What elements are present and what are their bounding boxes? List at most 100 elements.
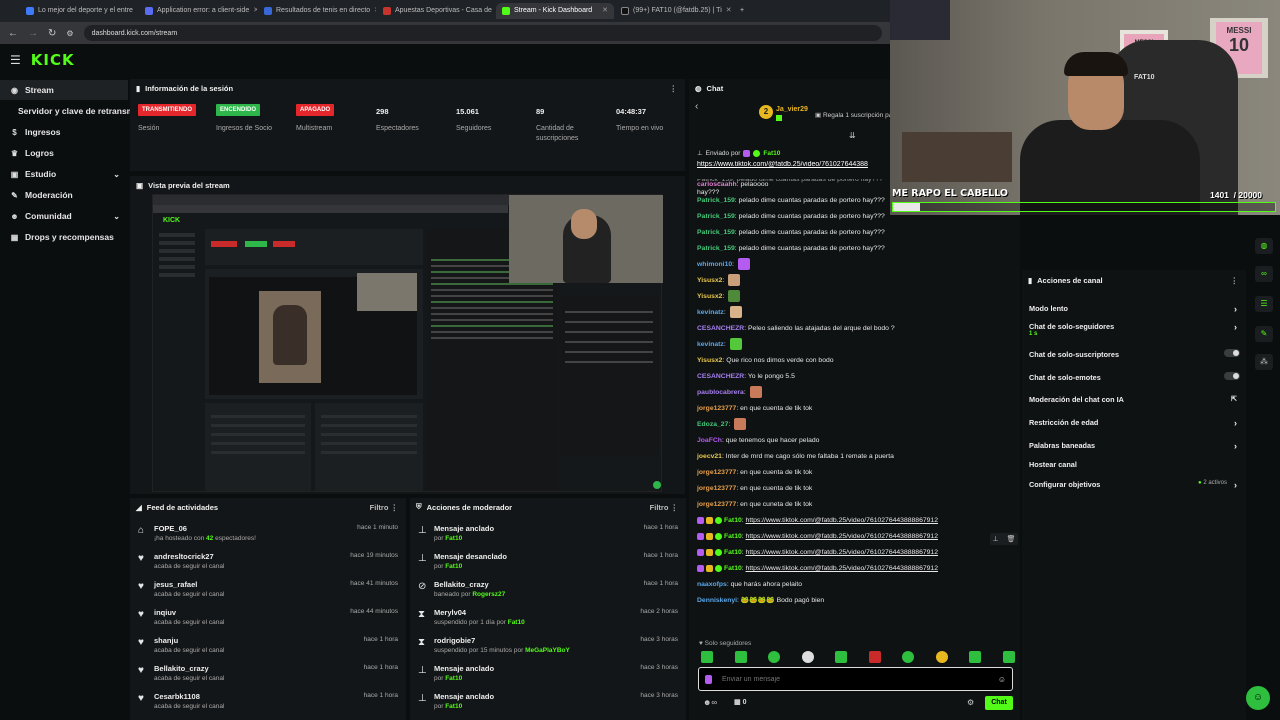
chat-username[interactable]: kevinatz — [697, 309, 724, 316]
chat-username[interactable]: kevinatz — [697, 341, 724, 348]
emote-icon[interactable] — [902, 651, 915, 663]
trash-icon[interactable]: 🗑 — [1007, 535, 1016, 543]
chat-username[interactable]: Fat10 — [724, 533, 742, 540]
action-slow-mode[interactable]: Modo lento › — [1029, 304, 1241, 314]
list-rail-icon[interactable]: ☰ — [1255, 296, 1273, 312]
emote-icon[interactable] — [835, 651, 848, 663]
chat-username[interactable]: Yisusx2 — [697, 357, 722, 364]
settings-gear-icon[interactable]: ⚙ — [967, 698, 974, 707]
chat-input[interactable]: ☺ — [698, 667, 1013, 691]
chat-message-field[interactable] — [722, 675, 988, 683]
chat-send-button[interactable]: Chat — [985, 696, 1013, 710]
url-field[interactable]: dashboard.kick.com/stream — [83, 25, 882, 41]
more-icon[interactable]: ⋮ — [1231, 276, 1239, 285]
sidebar-item-logros[interactable]: ♛ Logros — [0, 143, 128, 163]
close-icon[interactable]: ✕ — [374, 3, 376, 19]
emoji-icon[interactable]: ☺ — [998, 675, 1006, 684]
chat-username[interactable]: CESANCHEZR — [697, 373, 744, 380]
sidebar-item-server-key[interactable]: Servidor y clave de retransmisión — [0, 101, 154, 121]
browser-tab[interactable]: Application error: a client-side ✕ — [139, 3, 257, 19]
emote-icon[interactable] — [701, 651, 713, 663]
plugin-rail-icon[interactable]: ⁂ — [1255, 354, 1273, 370]
emote-icon[interactable] — [801, 651, 814, 663]
browser-tab[interactable]: Apuestas Deportivas - Casa de✕ — [377, 3, 495, 19]
sidebar-item-ingresos[interactable]: $ Ingresos — [0, 122, 128, 142]
chat-link[interactable]: https://www.tiktok.com/@fatdb.25/video/7… — [746, 549, 938, 556]
tools-rail-icon[interactable]: ✎ — [1255, 326, 1273, 342]
reload-icon[interactable]: ↻ — [48, 28, 56, 39]
site-info-icon[interactable]: ⚙ — [66, 29, 73, 38]
forward-icon[interactable]: → — [28, 28, 38, 39]
users-icon[interactable]: ☻∞ — [703, 698, 717, 707]
action-age-restriction[interactable]: Restricción de edad › — [1029, 418, 1241, 428]
sidebar-item-stream[interactable]: ◉ Stream — [0, 80, 128, 100]
chat-username[interactable]: Denniskenyi — [697, 597, 737, 604]
browser-tab[interactable]: Resultados de tenis en directo✕ — [258, 3, 376, 19]
new-tab-button[interactable]: + — [734, 3, 750, 19]
close-icon[interactable]: ✕ — [726, 3, 732, 19]
emote-icon[interactable] — [935, 651, 948, 663]
pin-icon[interactable]: ⊥ — [993, 535, 999, 543]
pinned-link[interactable]: https://www.tiktok.com/@fatdb.25/video/7… — [697, 161, 917, 168]
chat-username[interactable]: jorge123777 — [697, 469, 736, 476]
sidebar-item-drops[interactable]: ▦ Drops y recompensas — [0, 227, 128, 247]
filter-button[interactable]: Filtro ⋮ — [370, 503, 398, 512]
chat-username[interactable]: Yisusx2 — [697, 277, 722, 284]
back-arrow-icon[interactable]: ‹ — [695, 101, 698, 112]
help-bubble-icon[interactable]: ☺ — [1246, 686, 1270, 710]
chat-link[interactable]: https://www.tiktok.com/@fatdb.25/video/7… — [746, 565, 938, 572]
chat-username[interactable]: CESANCHEZR — [697, 325, 744, 332]
close-icon[interactable]: ✕ — [137, 3, 138, 19]
chat-rail-icon[interactable]: ◍ — [1255, 238, 1273, 254]
chat-link[interactable]: https://www.tiktok.com/@fatdb.25/video/7… — [746, 517, 938, 524]
chat-username[interactable]: paublocabrera — [697, 389, 744, 396]
chat-username[interactable]: Fat10 — [724, 517, 742, 524]
stream-preview-video[interactable]: KICK — [152, 194, 663, 492]
chat-username[interactable]: Patrick_159 — [697, 197, 735, 204]
back-icon[interactable]: ← — [8, 28, 18, 39]
sidebar-item-comunidad[interactable]: ☻ Comunidad ⌄ — [0, 206, 128, 226]
chat-username[interactable]: Fat10 — [724, 565, 742, 572]
subscribers-only-toggle[interactable] — [1224, 349, 1240, 357]
chat-username[interactable]: Fat10 — [724, 549, 742, 556]
emote-icon[interactable] — [868, 651, 881, 663]
chat-username[interactable]: Patrick_159 — [697, 213, 735, 220]
emote-icon[interactable] — [768, 651, 781, 663]
emote-icon[interactable] — [969, 651, 982, 663]
link-rail-icon[interactable]: ∞ — [1255, 266, 1273, 282]
chat-username[interactable]: Yisusx2 — [697, 293, 722, 300]
browser-tab[interactable]: Lo mejor del deporte y el entre✕ — [20, 3, 138, 19]
close-icon[interactable]: ✕ — [253, 3, 257, 19]
action-followers-only[interactable]: Chat de solo-seguidores 1 s › — [1029, 322, 1241, 337]
menu-icon[interactable]: ☰ — [10, 53, 21, 67]
close-icon[interactable]: ✕ — [602, 3, 608, 19]
kick-logo[interactable]: KICK — [31, 51, 75, 69]
gifter-name[interactable]: Ja_vier29 — [776, 106, 808, 113]
chat-username[interactable]: jorge123777 — [697, 405, 736, 412]
chat-link[interactable]: https://www.tiktok.com/@fatdb.25/video/7… — [746, 533, 938, 540]
collapse-pinned-icon[interactable]: ⇊ — [849, 131, 856, 140]
action-banned-words[interactable]: Palabras baneadas › — [1029, 441, 1241, 451]
action-goals[interactable]: Configurar objetivos ● 2 activos › — [1029, 480, 1241, 490]
filter-button[interactable]: Filtro ⋮ — [650, 503, 678, 512]
sidebar-item-moderacion[interactable]: ✎ Moderación — [0, 185, 128, 205]
action-host-channel[interactable]: Hostear canal — [1029, 460, 1241, 469]
action-ai-moderation[interactable]: Moderación del chat con IA ⇱ — [1029, 395, 1241, 404]
chat-username[interactable]: JoaFCh — [697, 437, 722, 444]
chat-username[interactable]: Patrick_159 — [697, 229, 735, 236]
chat-username[interactable]: jorge123777 — [697, 485, 736, 492]
chat-username[interactable]: carloscaahh — [697, 181, 737, 188]
more-icon[interactable]: ⋮ — [670, 84, 678, 93]
chat-username[interactable]: jorge123777 — [697, 501, 736, 508]
emote-icon[interactable] — [1002, 651, 1015, 663]
browser-tab-active[interactable]: Stream - Kick Dashboard ✕ — [496, 3, 614, 19]
chat-username[interactable]: joecv21 — [697, 453, 722, 460]
chat-username[interactable]: whimoni10 — [697, 261, 732, 268]
browser-tab[interactable]: (99+) FAT10 (@fatdb.25) | Ti ✕ — [615, 3, 733, 19]
chat-username[interactable]: Edoza_27 — [697, 421, 728, 428]
chat-username[interactable]: naaxofps — [697, 581, 727, 588]
chat-username[interactable]: Patrick_159 — [697, 245, 735, 252]
sidebar-item-estudio[interactable]: ▣ Estudio ⌄ — [0, 164, 128, 184]
emotes-only-toggle[interactable] — [1224, 372, 1240, 380]
emote-icon[interactable] — [734, 651, 747, 663]
